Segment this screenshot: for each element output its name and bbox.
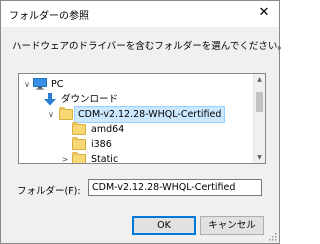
folder-icon [72, 122, 86, 135]
folder-icon [59, 107, 73, 120]
tree-item-label: Static [91, 154, 119, 164]
folder-browse-dialog: フォルダーの参照 ✕ ハードウェアのドライバーを含むフォルダーを選んでください。… [0, 0, 287, 244]
expand-chevron-icon[interactable]: > [60, 152, 70, 163]
instruction-text: ハードウェアのドライバーを含むフォルダーを選んでください。 [12, 41, 287, 52]
cancel-button[interactable]: キャンセル [200, 216, 264, 235]
pc-icon [33, 78, 47, 90]
tree-item-label: PC [51, 79, 64, 90]
folder-icon [72, 152, 86, 163]
close-icon[interactable]: ✕ [255, 4, 273, 22]
resize-grip-icon[interactable] [269, 233, 277, 241]
tree-item-amd64[interactable]: amd64 [19, 122, 249, 137]
expand-chevron-icon[interactable]: ∨ [46, 107, 56, 122]
tree-item-label: i386 [91, 139, 112, 150]
dialog-title: フォルダーの参照 [9, 11, 89, 22]
title-bar: フォルダーの参照 ✕ [1, 1, 279, 27]
scroll-up-arrow-icon[interactable]: ▲ [254, 74, 265, 85]
folder-path-input[interactable] [88, 179, 262, 196]
tree-item-label: ダウンロード [61, 94, 119, 105]
folder-field-label: フォルダー(F): [17, 186, 81, 197]
tree-item-label: amd64 [91, 124, 125, 135]
folder-tree[interactable]: ∨ PC ダウンロード ∨ CDM-v2.12.28-WHQL-Certifie… [18, 73, 266, 164]
tree-item-pc[interactable]: ∨ PC [19, 77, 249, 92]
scroll-down-arrow-icon[interactable]: ▼ [254, 152, 265, 163]
tree-item-static[interactable]: > Static [19, 152, 249, 164]
tree-item-label: CDM-v2.12.28-WHQL-Certified [73, 106, 226, 123]
tree-item-cdm-folder[interactable]: ∨ CDM-v2.12.28-WHQL-Certified [19, 106, 249, 123]
tree-item-i386[interactable]: i386 [19, 137, 249, 152]
ok-button[interactable]: OK [132, 216, 196, 235]
expand-chevron-icon[interactable]: ∨ [22, 77, 32, 92]
vertical-scrollbar[interactable]: ▲ ▼ [253, 74, 265, 163]
download-arrow-icon [44, 93, 56, 106]
tree-item-downloads[interactable]: ダウンロード [19, 92, 249, 107]
scrollbar-thumb[interactable] [256, 92, 263, 112]
folder-icon [72, 137, 86, 150]
